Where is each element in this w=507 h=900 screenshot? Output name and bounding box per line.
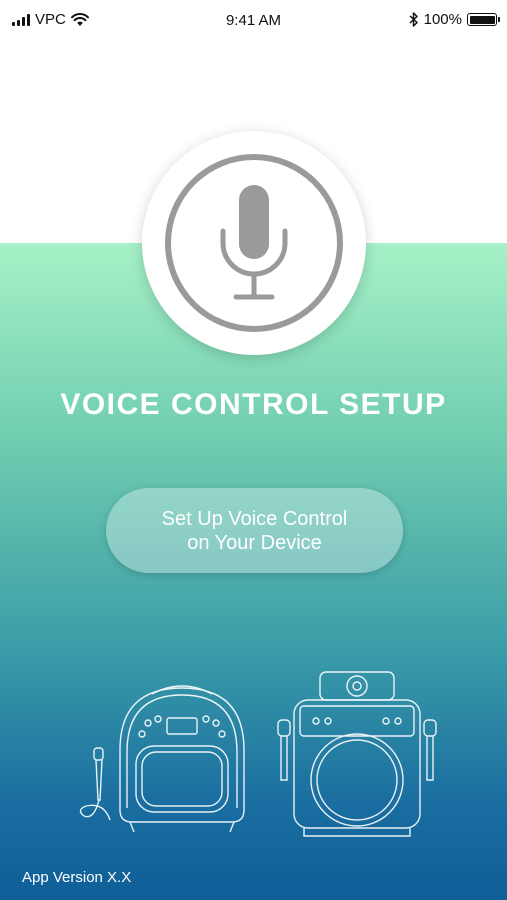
devices-illustration bbox=[79, 671, 437, 837]
page-title: VOICE CONTROL SETUP bbox=[60, 388, 447, 421]
battery-icon bbox=[467, 13, 500, 26]
microphone-icon bbox=[165, 154, 343, 332]
setup-button-line2: on Your Device bbox=[187, 531, 322, 554]
karaoke-machine-round-icon bbox=[79, 685, 245, 833]
bluetooth-icon bbox=[409, 12, 418, 27]
status-bar: VPC 9:41 AM 100% bbox=[0, 0, 507, 40]
microphone-badge bbox=[142, 131, 366, 355]
setup-button-line1: Set Up Voice Control bbox=[161, 507, 348, 530]
battery-percent: 100% bbox=[423, 11, 462, 28]
setup-voice-control-button[interactable]: Set Up Voice Control on Your Device bbox=[106, 488, 403, 573]
status-right: 100% bbox=[409, 11, 500, 28]
app-version-label: App Version X.X bbox=[22, 869, 132, 886]
karaoke-machine-speaker-icon bbox=[277, 671, 437, 837]
voice-control-setup-screen: VPC 9:41 AM 100% VOICE CONTROL SETUP Set… bbox=[0, 0, 507, 900]
